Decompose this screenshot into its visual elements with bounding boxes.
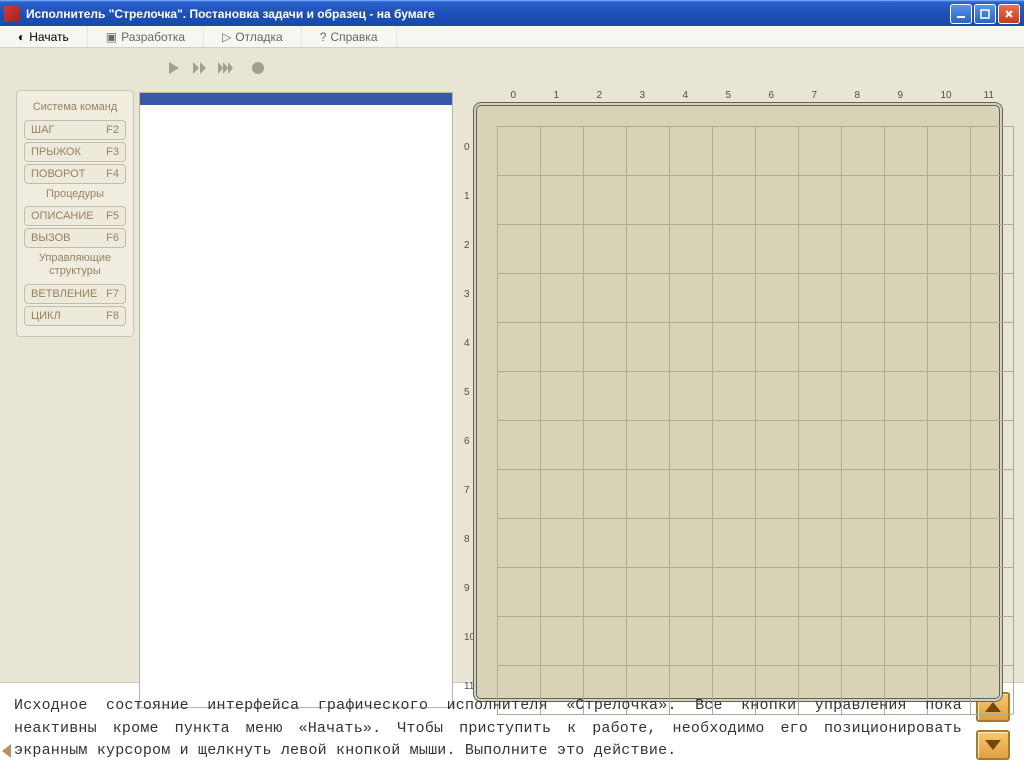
globe-icon: ◐ (18, 30, 25, 44)
code-editor[interactable] (139, 92, 453, 708)
loop-button[interactable]: ЦИКЛF8 (24, 306, 126, 326)
editor-header (140, 93, 452, 105)
doc-icon: ▣ (106, 30, 117, 44)
instruction-text: Исходное состояние интерфейса графическо… (0, 683, 976, 768)
x-tick: 1 (554, 90, 560, 101)
menu-start[interactable]: ◐ Начать (0, 26, 88, 47)
y-tick: 0 (464, 142, 470, 153)
branch-button[interactable]: ВЕТВЛЕНИЕF7 (24, 284, 126, 304)
x-tick: 10 (941, 90, 952, 101)
y-tick: 9 (464, 583, 470, 594)
section-commands: Система команд (21, 101, 129, 114)
titlebar: Исполнитель "Стрелочка". Постановка зада… (0, 0, 1024, 26)
triangle-down-icon (985, 740, 1001, 750)
x-tick: 8 (855, 90, 861, 101)
stop-button (248, 59, 268, 77)
y-tick: 1 (464, 191, 470, 202)
menu-dev: ▣ Разработка (88, 26, 204, 47)
description-button[interactable]: ОПИСАНИЕF5 (24, 206, 126, 226)
menubar: ◐ Начать ▣ Разработка ▷ Отладка ? Справк… (0, 26, 1024, 48)
y-tick: 8 (464, 534, 470, 545)
main-area: Система команд ШАГF2 ПРЫЖОКF3 ПОВОРОТF4 … (0, 48, 1024, 682)
play-button (164, 59, 184, 77)
section-control: Управляющие структуры (21, 252, 129, 277)
skip-button (216, 59, 236, 77)
y-tick: 5 (464, 387, 470, 398)
x-tick: 7 (812, 90, 818, 101)
window-controls (950, 4, 1020, 24)
y-tick: 2 (464, 240, 470, 251)
fast-forward-button (190, 59, 210, 77)
window-title: Исполнитель "Стрелочка". Постановка зада… (26, 7, 435, 21)
x-tick: 2 (597, 90, 603, 101)
x-tick: 4 (683, 90, 689, 101)
help-icon: ? (320, 30, 327, 44)
close-button[interactable] (998, 4, 1020, 24)
y-tick: 4 (464, 338, 470, 349)
x-tick: 11 (984, 90, 994, 101)
x-tick: 9 (898, 90, 904, 101)
arrow-left-icon (2, 744, 11, 758)
menu-debug: ▷ Отладка (204, 26, 302, 47)
footer: Исходное состояние интерфейса графическо… (0, 682, 1024, 768)
maximize-button[interactable] (974, 4, 996, 24)
y-tick: 3 (464, 289, 470, 300)
grid-canvas[interactable] (473, 102, 1003, 702)
minimize-button[interactable] (950, 4, 972, 24)
toolbar (164, 59, 268, 77)
turn-button[interactable]: ПОВОРОТF4 (24, 164, 126, 184)
menu-help: ? Справка (302, 26, 397, 47)
x-tick: 3 (640, 90, 646, 101)
x-tick: 0 (511, 90, 517, 101)
grid-area: 01234567891011 01234567891011 (461, 88, 1011, 710)
nav-down-button[interactable] (976, 730, 1010, 760)
app-icon (4, 6, 20, 22)
step-button[interactable]: ШАГF2 (24, 120, 126, 140)
x-tick: 5 (726, 90, 732, 101)
play-icon: ▷ (222, 30, 231, 44)
call-button[interactable]: ВЫЗОВF6 (24, 228, 126, 248)
y-tick: 7 (464, 485, 470, 496)
x-tick: 6 (769, 90, 775, 101)
y-tick: 6 (464, 436, 470, 447)
jump-button[interactable]: ПРЫЖОКF3 (24, 142, 126, 162)
sidebar: Система команд ШАГF2 ПРЫЖОКF3 ПОВОРОТF4 … (16, 90, 134, 337)
section-procedures: Процедуры (21, 188, 129, 201)
